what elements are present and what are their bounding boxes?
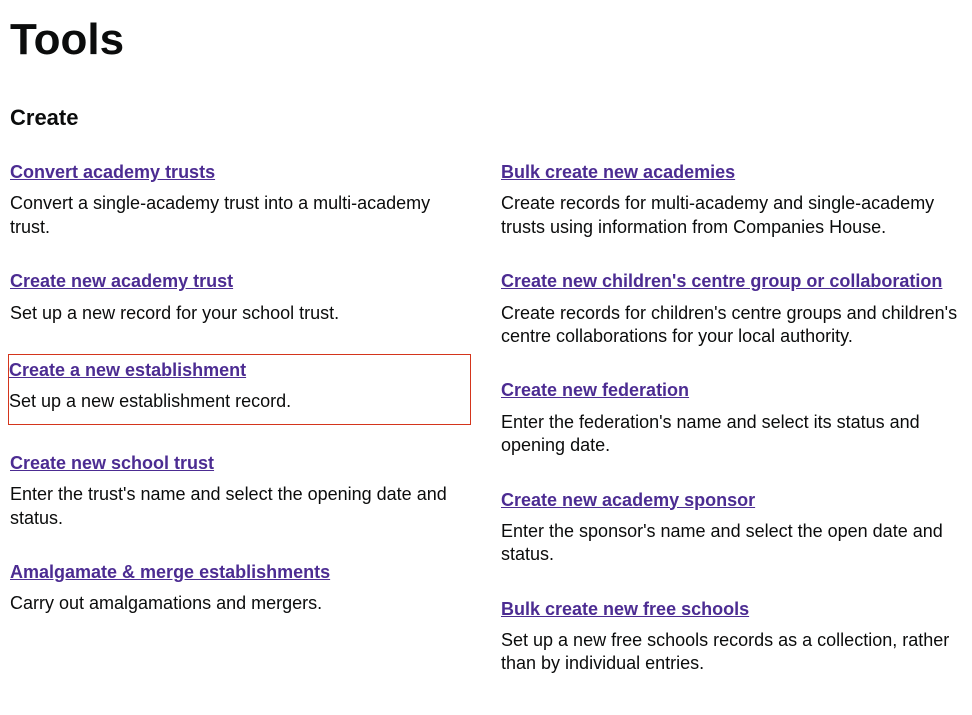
- tool-item: Bulk create new academies Create records …: [501, 159, 962, 243]
- tool-description: Create records for multi-academy and sin…: [501, 192, 962, 239]
- tool-link[interactable]: Create new school trust: [10, 452, 214, 475]
- tool-description: Convert a single-academy trust into a mu…: [10, 192, 471, 239]
- tool-link[interactable]: Bulk create new academies: [501, 161, 735, 184]
- right-column: Bulk create new academies Create records …: [501, 159, 962, 705]
- tool-item: Create new academy trust Set up a new rec…: [10, 268, 471, 329]
- tool-description: Enter the trust's name and select the op…: [10, 483, 471, 530]
- tool-link[interactable]: Create new children's centre group or co…: [501, 270, 942, 293]
- tool-item: Create new children's centre group or co…: [501, 268, 962, 352]
- tool-description: Enter the federation's name and select i…: [501, 411, 962, 458]
- left-column: Convert academy trusts Convert a single-a…: [10, 159, 471, 705]
- tool-item: Convert academy trusts Convert a single-a…: [10, 159, 471, 243]
- tool-item: Bulk create new free schools Set up a new…: [501, 596, 962, 680]
- tool-description: Carry out amalgamations and mergers.: [10, 592, 471, 615]
- tool-description: Enter the sponsor's name and select the …: [501, 520, 962, 567]
- tool-description: Set up a new establishment record.: [9, 390, 464, 413]
- tool-item: Create new federation Enter the federatio…: [501, 377, 962, 461]
- tool-link[interactable]: Create new academy sponsor: [501, 489, 755, 512]
- tool-description: Create records for children's centre gro…: [501, 302, 962, 349]
- tool-item: Amalgamate & merge establishments Carry o…: [10, 559, 471, 620]
- tool-link[interactable]: Amalgamate & merge establishments: [10, 561, 330, 584]
- page-title: Tools: [10, 15, 962, 65]
- tool-link[interactable]: Convert academy trusts: [10, 161, 215, 184]
- tool-description: Set up a new free schools records as a c…: [501, 629, 962, 676]
- tool-link[interactable]: Create new federation: [501, 379, 689, 402]
- tool-item: Create new academy sponsor Enter the spon…: [501, 487, 962, 571]
- tools-columns: Convert academy trusts Convert a single-a…: [10, 159, 962, 705]
- tool-item: Create new school trust Enter the trust's…: [10, 450, 471, 534]
- section-heading: Create: [10, 105, 962, 131]
- tool-link[interactable]: Bulk create new free schools: [501, 598, 749, 621]
- tool-link[interactable]: Create a new establishment: [9, 359, 246, 382]
- tool-link[interactable]: Create new academy trust: [10, 270, 233, 293]
- tool-item: Create a new establishment Set up a new e…: [8, 354, 471, 425]
- tool-description: Set up a new record for your school trus…: [10, 302, 471, 325]
